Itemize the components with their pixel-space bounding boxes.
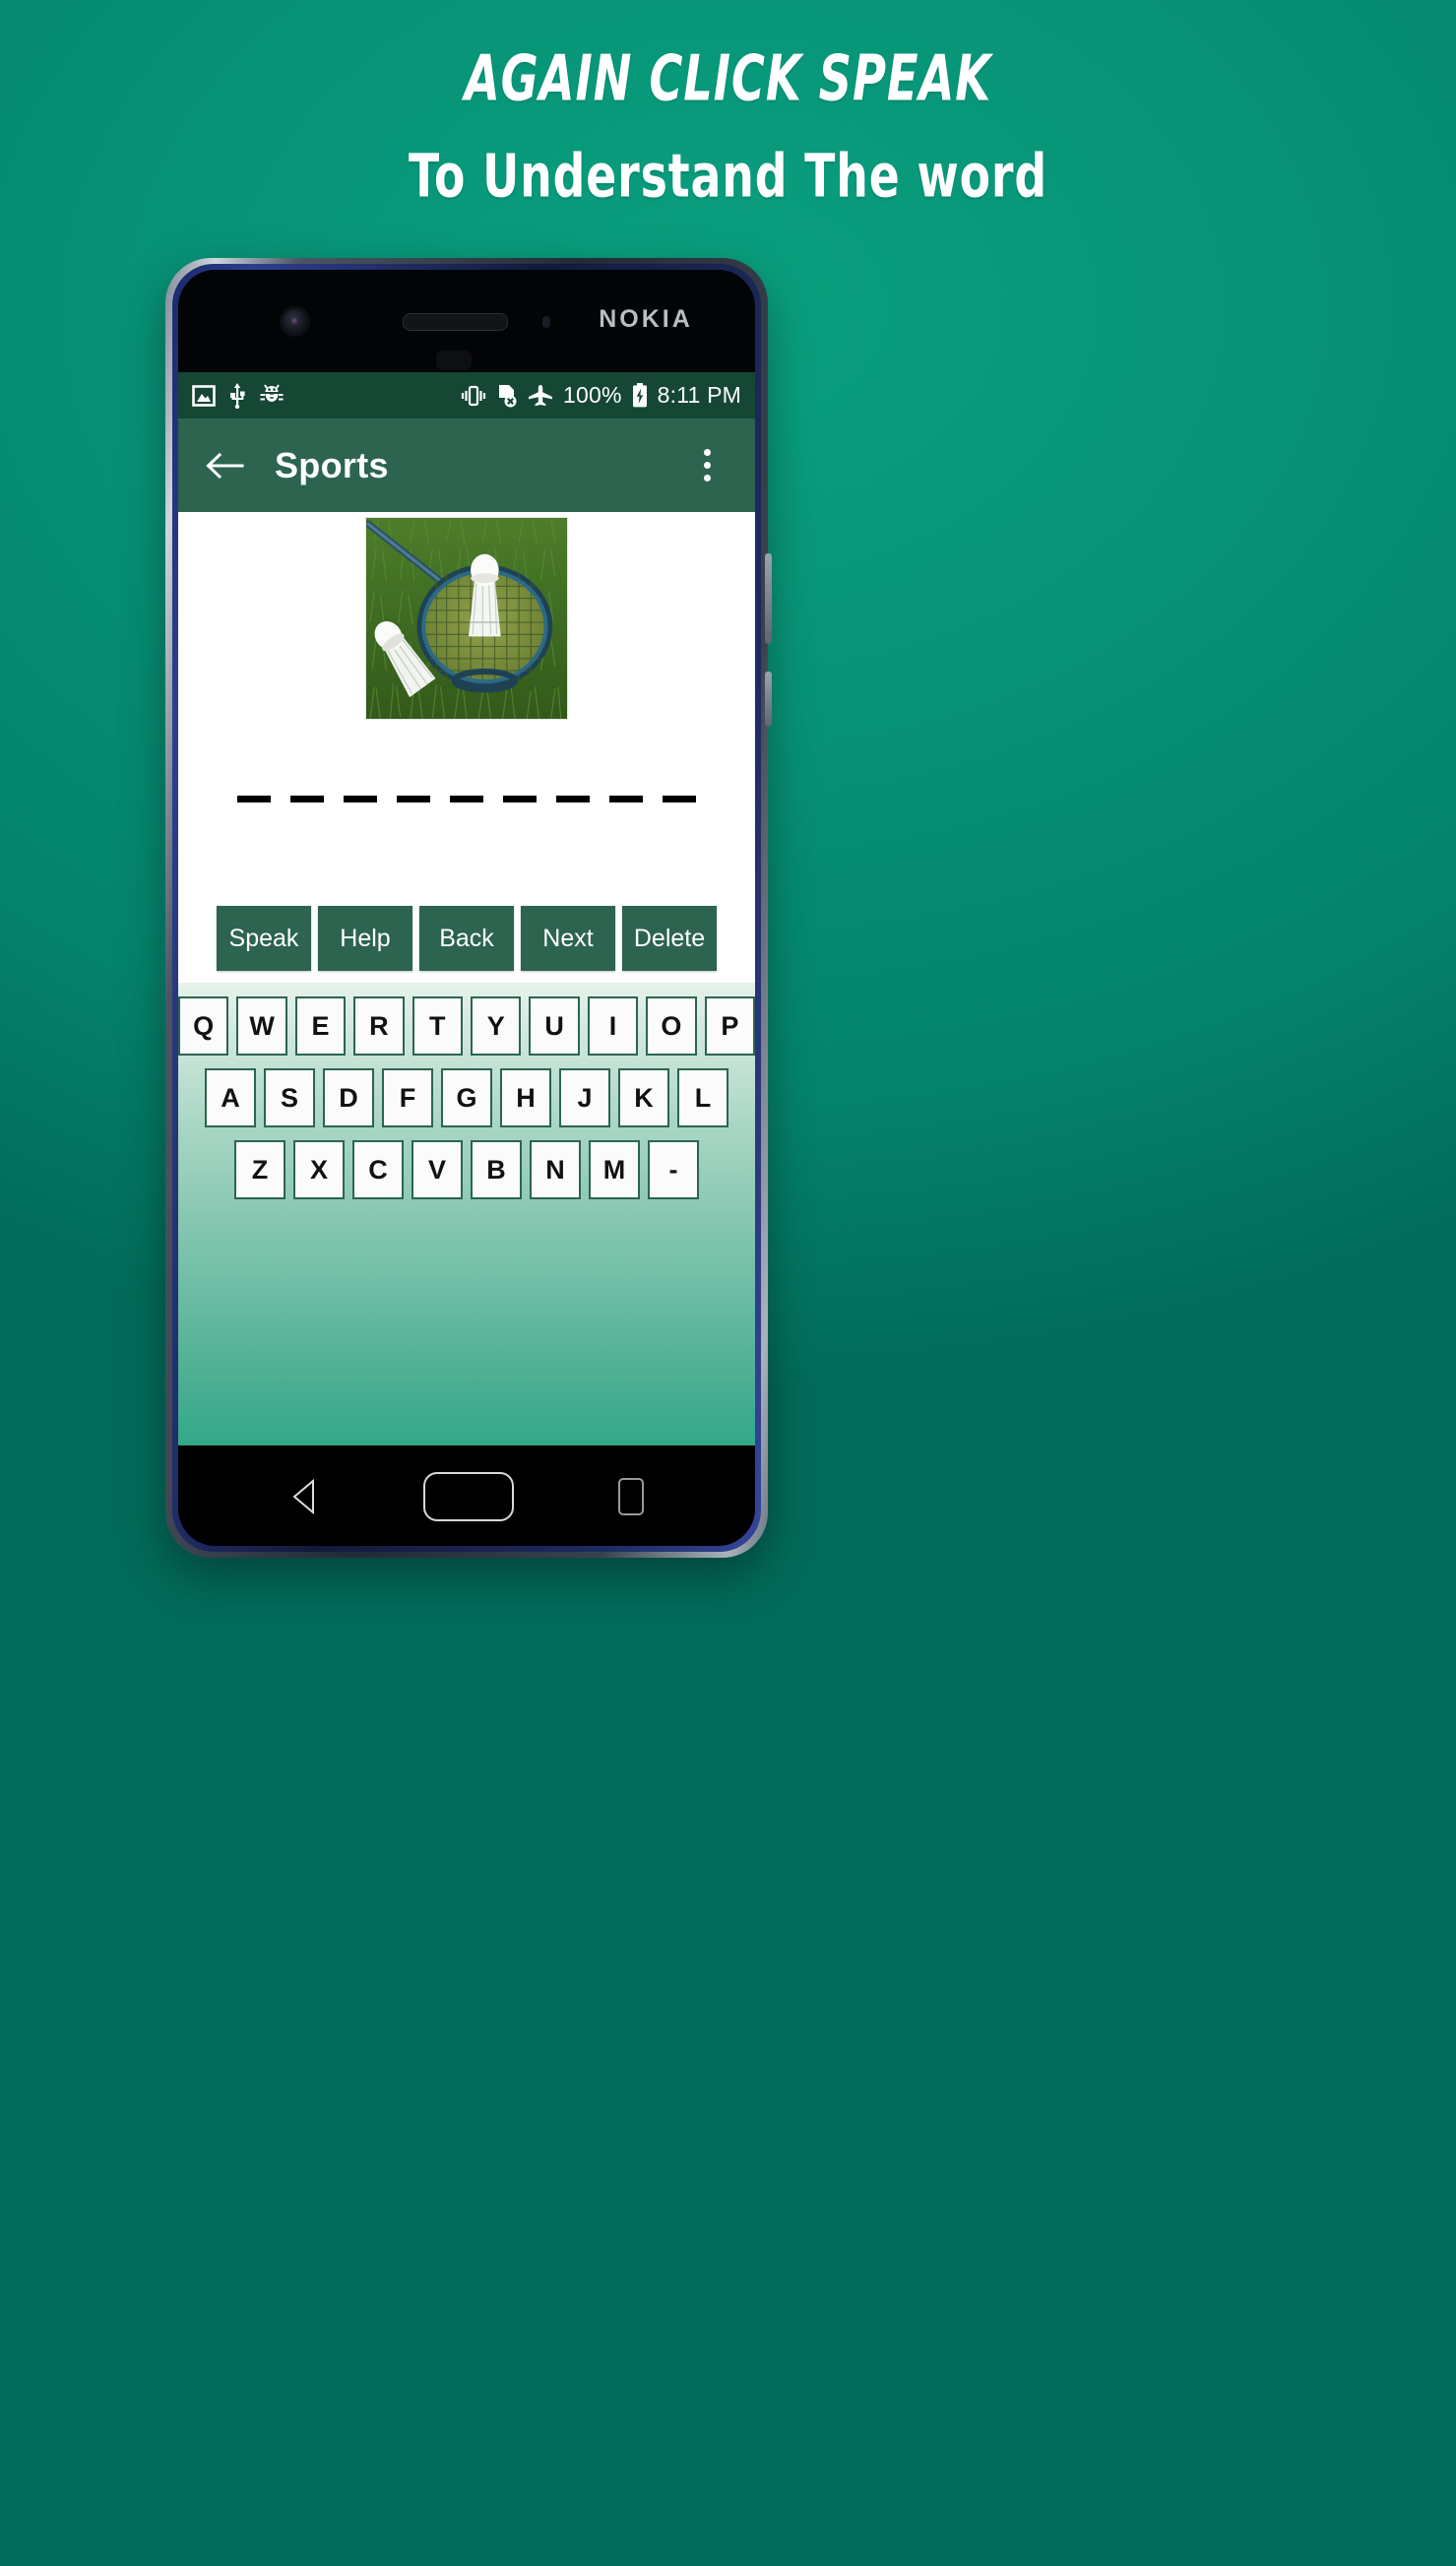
clock-label: 8:11 PM bbox=[657, 382, 741, 408]
bug-icon bbox=[259, 383, 285, 408]
next-button[interactable]: Next bbox=[521, 906, 615, 971]
square-rounded-icon bbox=[618, 1478, 644, 1515]
key-q[interactable]: Q bbox=[178, 996, 229, 1056]
word-blank bbox=[290, 796, 324, 802]
phone-mockup: N OKI A 100% 8:11 PM Sports Speak Help Bac… bbox=[165, 258, 772, 1558]
key-e[interactable]: E bbox=[294, 996, 347, 1056]
word-blank bbox=[237, 796, 271, 802]
status-bar-left-icons bbox=[192, 382, 285, 409]
word-blank bbox=[663, 796, 696, 802]
key-k[interactable]: K bbox=[618, 1068, 669, 1127]
airplane-mode-icon bbox=[528, 384, 553, 408]
status-bar-right-icons: 100% 8:11 PM bbox=[461, 382, 741, 409]
key-m[interactable]: M bbox=[589, 1140, 640, 1199]
battery-percent-label: 100% bbox=[563, 382, 622, 408]
word-blanks bbox=[178, 796, 755, 802]
action-button-row: Speak Help Back Next Delete bbox=[178, 898, 755, 983]
nav-recents-button[interactable] bbox=[618, 1478, 644, 1515]
phone-body: N OKI A 100% 8:11 PM Sports Speak Help Bac… bbox=[178, 270, 755, 1546]
key-h[interactable]: H bbox=[500, 1068, 551, 1127]
key-c[interactable]: C bbox=[352, 1140, 404, 1199]
key-p[interactable]: P bbox=[704, 996, 755, 1056]
help-button[interactable]: Help bbox=[318, 906, 412, 971]
usb-icon bbox=[228, 382, 246, 409]
word-content-area bbox=[178, 512, 755, 898]
delete-button[interactable]: Delete bbox=[622, 906, 717, 971]
vibrate-icon bbox=[461, 385, 486, 407]
back-button[interactable]: Back bbox=[419, 906, 514, 971]
key-t[interactable]: T bbox=[411, 996, 463, 1056]
image-icon bbox=[192, 384, 216, 407]
word-blank bbox=[503, 796, 537, 802]
home-pill-icon bbox=[423, 1472, 514, 1521]
page-title: Sports bbox=[275, 444, 389, 485]
word-blank bbox=[344, 796, 377, 802]
key-hyphen[interactable]: - bbox=[648, 1140, 699, 1199]
more-vertical-icon[interactable] bbox=[684, 449, 737, 481]
key-g[interactable]: G bbox=[441, 1068, 492, 1127]
key-u[interactable]: U bbox=[529, 996, 580, 1056]
key-j[interactable]: J bbox=[559, 1068, 610, 1127]
nav-home-button[interactable] bbox=[423, 1472, 514, 1521]
key-s[interactable]: S bbox=[264, 1068, 315, 1127]
proximity-sensor-icon bbox=[542, 316, 550, 328]
word-image bbox=[365, 517, 568, 720]
promo-subtitle: To Understand The word bbox=[408, 143, 1048, 212]
promo-title: AGAIN CLICK SPEAK bbox=[464, 41, 992, 115]
phone-top-bezel: NOKIA bbox=[178, 270, 755, 372]
front-camera-icon bbox=[283, 309, 307, 334]
volume-button[interactable] bbox=[765, 553, 772, 644]
battery-charging-icon bbox=[632, 383, 648, 408]
word-blank bbox=[609, 796, 643, 802]
status-bar: 100% 8:11 PM bbox=[178, 372, 755, 418]
key-d[interactable]: D bbox=[323, 1068, 374, 1127]
phone-screen: 100% 8:11 PM Sports Speak Help Back Next… bbox=[178, 372, 755, 1445]
word-blank bbox=[397, 796, 430, 802]
key-z[interactable]: Z bbox=[234, 1140, 285, 1199]
key-w[interactable]: W bbox=[236, 996, 287, 1056]
key-o[interactable]: O bbox=[646, 996, 697, 1056]
key-x[interactable]: X bbox=[293, 1140, 345, 1199]
word-blank bbox=[450, 796, 483, 802]
promo-page: AGAIN CLICK SPEAK To Understand The word… bbox=[0, 0, 1456, 2566]
speak-button[interactable]: Speak bbox=[217, 906, 311, 971]
brand-logo: NOKIA bbox=[599, 305, 693, 333]
speaker-grill-icon bbox=[436, 351, 472, 370]
no-sim-icon bbox=[496, 384, 518, 408]
keyboard-row-1: QWERTYUIOP bbox=[178, 996, 755, 1056]
key-l[interactable]: L bbox=[677, 1068, 728, 1127]
key-i[interactable]: I bbox=[587, 996, 639, 1056]
key-f[interactable]: F bbox=[382, 1068, 433, 1127]
key-v[interactable]: V bbox=[411, 1140, 463, 1199]
key-r[interactable]: R bbox=[353, 996, 405, 1056]
keyboard-row-2: ASDFGHJKL bbox=[178, 1068, 755, 1127]
nav-back-button[interactable] bbox=[289, 1478, 319, 1515]
key-b[interactable]: B bbox=[471, 1140, 522, 1199]
app-toolbar: Sports bbox=[178, 418, 755, 512]
android-nav-bar bbox=[178, 1445, 755, 1546]
key-a[interactable]: A bbox=[205, 1068, 256, 1127]
key-y[interactable]: Y bbox=[471, 996, 522, 1056]
key-n[interactable]: N bbox=[530, 1140, 581, 1199]
earpiece-speaker-icon bbox=[403, 313, 508, 331]
on-screen-keyboard: QWERTYUIOP ASDFGHJKL ZXCVBNM- bbox=[178, 983, 755, 1445]
word-blank bbox=[556, 796, 590, 802]
keyboard-row-3: ZXCVBNM- bbox=[178, 1140, 755, 1199]
back-arrow-icon[interactable] bbox=[196, 451, 253, 481]
power-button[interactable] bbox=[765, 672, 772, 727]
